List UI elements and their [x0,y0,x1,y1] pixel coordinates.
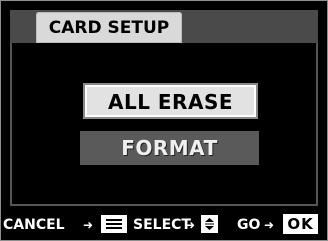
button-guide-bar: CANCEL ➜ SELECT ➜ GO ➜ OK [0,208,328,241]
ok-button-icon: OK [283,214,318,234]
card-setup-screen: CARD SETUP ALL ERASE FORMAT CANCEL ➜ SEL… [0,0,328,241]
menu-item-format[interactable]: FORMAT [80,131,259,165]
select-label: SELECT [133,217,191,233]
arrow-right-icon: ➜ [83,218,94,232]
arrow-right-icon: ➜ [264,218,275,232]
menu-item-all-erase[interactable]: ALL ERASE [83,83,258,119]
up-down-icon [201,215,218,233]
menu-list-icon [101,215,127,233]
page-title: CARD SETUP [36,12,182,43]
arrow-right-icon: ➜ [185,218,196,232]
go-label: GO [237,217,261,233]
cancel-label: CANCEL [3,217,65,233]
